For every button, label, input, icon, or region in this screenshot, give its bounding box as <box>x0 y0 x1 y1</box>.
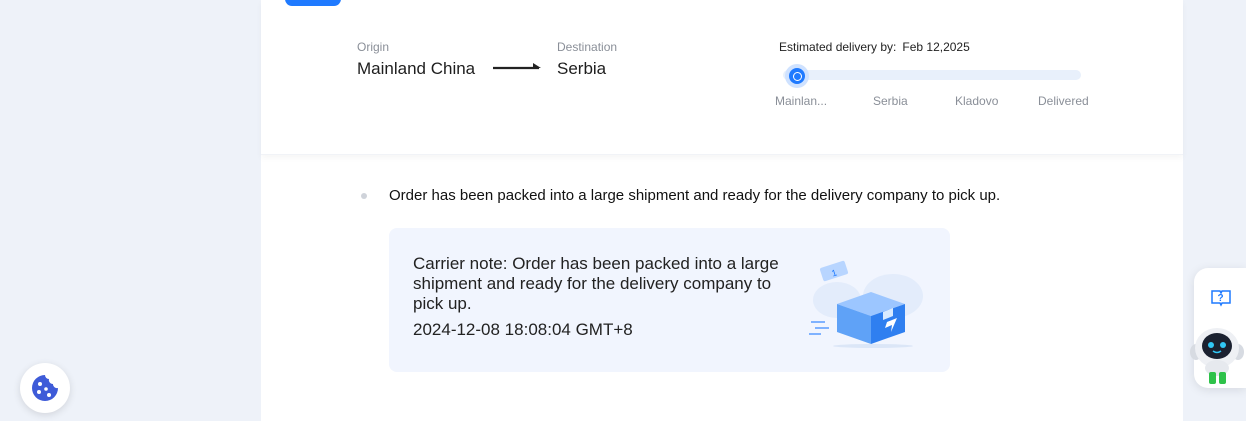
estimated-delivery-label: Estimated delivery by: <box>779 40 897 54</box>
active-tab-indicator[interactable] <box>285 0 341 6</box>
question-book-icon[interactable]: ? <box>1210 288 1232 308</box>
robot-assistant-icon[interactable] <box>1188 326 1246 386</box>
route-summary: Origin Mainland China Destination Serbia… <box>261 0 1183 155</box>
stage-label-destination-country: Serbia <box>873 94 908 108</box>
tracking-panel: Origin Mainland China Destination Serbia… <box>261 0 1183 421</box>
destination-label: Destination <box>557 40 618 54</box>
package-box-icon: 1 <box>809 260 923 348</box>
carrier-note-card: Carrier note: Order has been packed into… <box>389 228 950 372</box>
stage-label-city: Kladovo <box>955 94 999 108</box>
carrier-note-timestamp: 2024-12-08 18:08:04 GMT+8 <box>413 320 633 339</box>
stage-label-origin: Mainlan... <box>775 94 828 108</box>
stage-label-delivered: Delivered <box>1038 94 1089 108</box>
route-arrow-icon <box>493 63 541 70</box>
origin-label: Origin <box>357 40 390 54</box>
timeline-bullet <box>361 193 367 199</box>
current-stage-marker <box>785 64 809 88</box>
cookie-icon <box>32 375 58 401</box>
svg-text:?: ? <box>1218 293 1224 304</box>
destination-value: Serbia <box>557 59 607 78</box>
estimated-delivery-date: Feb 12,2025 <box>902 40 970 54</box>
carrier-note-text: Carrier note: Order has been packed into… <box>413 254 779 313</box>
estimated-delivery: Estimated delivery by: Feb 12,2025 <box>779 40 970 54</box>
progress-track <box>783 70 1081 80</box>
origin-value: Mainland China <box>357 59 476 78</box>
cookie-settings-button[interactable] <box>20 363 70 413</box>
tracking-event-text: Order has been packed into a large shipm… <box>389 187 1001 204</box>
